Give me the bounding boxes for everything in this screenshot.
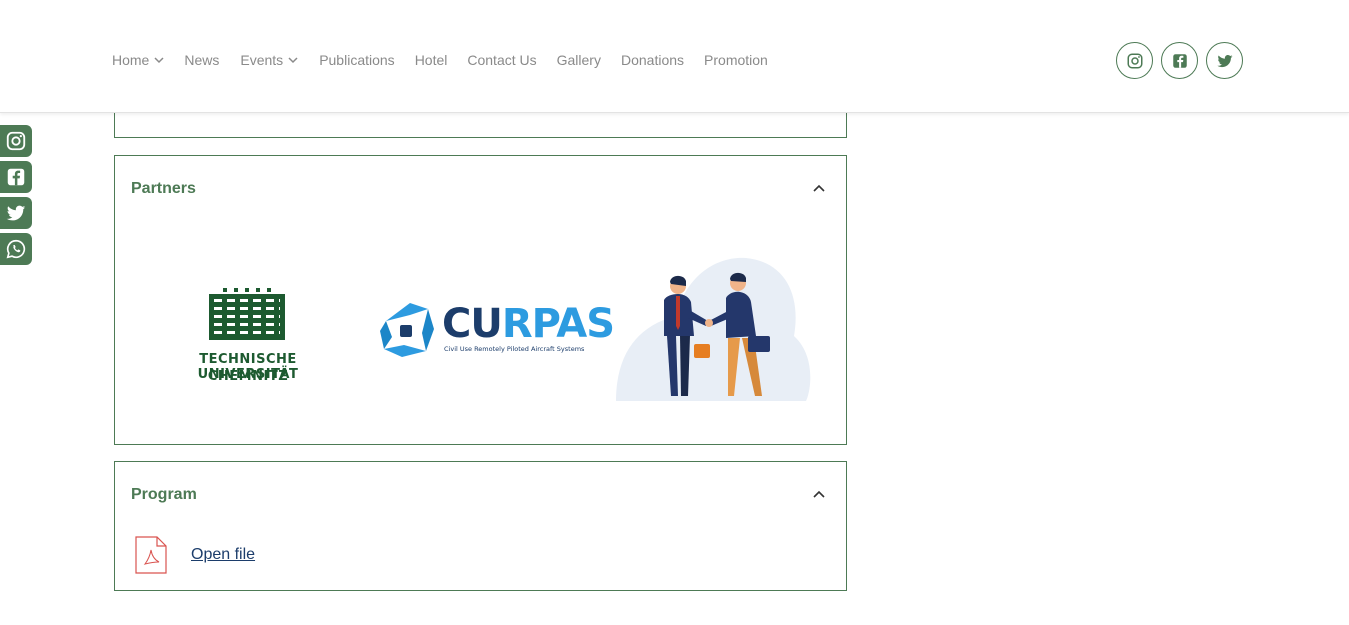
nav-item-label: Gallery xyxy=(556,52,601,68)
whatsapp-icon xyxy=(6,239,26,259)
chevron-up-icon[interactable] xyxy=(812,181,826,195)
nav-item-donations[interactable]: Donations xyxy=(621,52,684,68)
nav-item-label: News xyxy=(184,52,220,68)
program-panel: Program Open file xyxy=(114,461,847,591)
chevron-down-icon xyxy=(288,57,298,64)
instagram-button[interactable] xyxy=(1116,42,1153,79)
main-nav: Home News Events Publications Hotel Cont… xyxy=(112,50,768,70)
partner-logos: TECHNISCHE UNIVERSITÄT CHEMNITZ CURPAS C… xyxy=(115,256,846,406)
nav-item-label: Hotel xyxy=(414,52,448,68)
instagram-icon xyxy=(1127,53,1142,68)
nav-item-label: Home xyxy=(112,52,150,68)
nav-item-publications[interactable]: Publications xyxy=(319,52,395,68)
site-header: Home News Events Publications Hotel Cont… xyxy=(0,0,1349,113)
nav-item-hotel[interactable]: Hotel xyxy=(415,52,448,68)
side-instagram-button[interactable] xyxy=(0,125,32,157)
nav-item-contact-us[interactable]: Contact Us xyxy=(467,52,536,68)
pdf-file-icon[interactable] xyxy=(135,536,167,574)
side-social-bar xyxy=(0,125,32,269)
nav-item-label: Contact Us xyxy=(467,52,537,68)
curpas-cu: CU xyxy=(442,301,503,347)
side-whatsapp-button[interactable] xyxy=(0,233,32,265)
facebook-button[interactable] xyxy=(1161,42,1198,79)
nav-item-label: Events xyxy=(240,52,284,68)
partners-panel: Partners TECHNISCHE UNIVERSITÄT CHEMNITZ… xyxy=(114,155,847,445)
chevron-down-icon xyxy=(154,57,164,64)
tu-chemnitz-logo[interactable]: TECHNISCHE UNIVERSITÄT CHEMNITZ xyxy=(153,272,343,384)
open-file-link[interactable]: Open file xyxy=(191,546,255,564)
nav-item-promotion[interactable]: Promotion xyxy=(704,52,768,68)
handshake-illustration xyxy=(616,257,811,401)
facebook-icon xyxy=(1172,53,1187,68)
nav-item-label: Donations xyxy=(620,52,685,68)
facebook-icon xyxy=(7,168,25,186)
file-row: Open file xyxy=(135,536,255,574)
twitter-icon xyxy=(6,205,26,221)
curpas-subtitle: Civil Use Remotely Piloted Aircraft Syst… xyxy=(444,345,585,353)
curpas-emblem xyxy=(380,303,434,357)
tu-chemnitz-emblem xyxy=(209,288,285,340)
instagram-icon xyxy=(6,131,26,151)
header-social-links xyxy=(1116,42,1243,79)
nav-item-news[interactable]: News xyxy=(184,52,219,68)
nav-item-home[interactable]: Home xyxy=(112,52,164,68)
twitter-button[interactable] xyxy=(1206,42,1243,79)
nav-item-label: Publications xyxy=(319,52,395,68)
program-title: Program xyxy=(131,486,197,503)
nav-item-events[interactable]: Events xyxy=(240,52,298,68)
nav-item-label: Promotion xyxy=(704,52,768,68)
chevron-up-icon[interactable] xyxy=(812,487,826,501)
side-twitter-button[interactable] xyxy=(0,197,32,229)
nav-item-gallery[interactable]: Gallery xyxy=(557,52,601,68)
partners-title: Partners xyxy=(131,180,196,197)
curpas-logo[interactable]: CURPAS Civil Use Remotely Piloted Aircra… xyxy=(380,301,615,361)
curpas-wordmark: CURPAS xyxy=(442,301,615,347)
twitter-icon xyxy=(1216,54,1232,67)
curpas-rpas: RPAS xyxy=(501,301,615,347)
tu-chemnitz-name-line2: CHEMNITZ xyxy=(207,369,289,384)
side-facebook-button[interactable] xyxy=(0,161,32,193)
